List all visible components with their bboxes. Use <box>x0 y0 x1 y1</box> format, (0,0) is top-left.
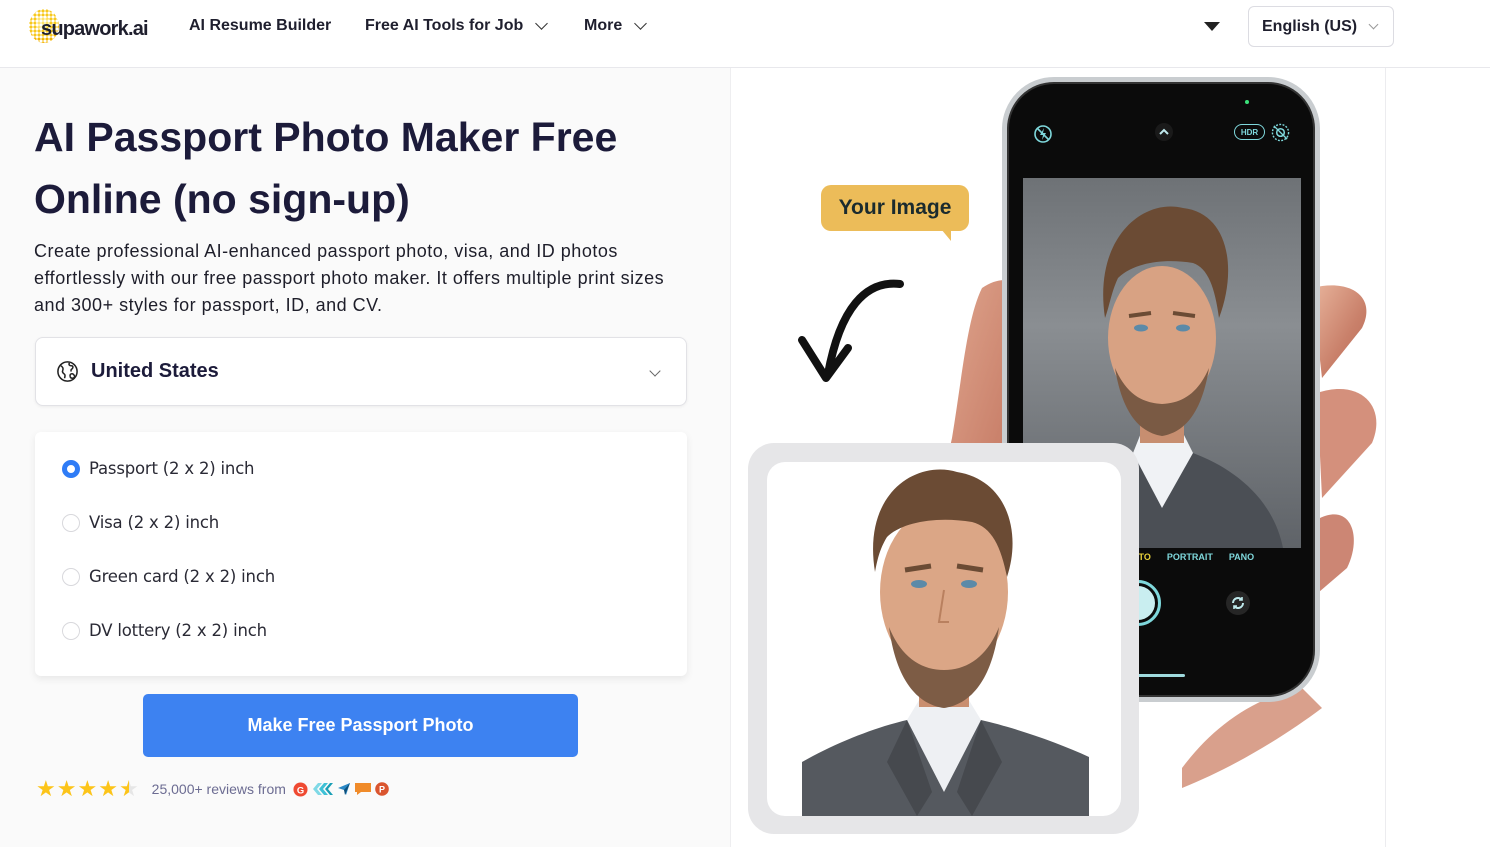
switch-camera-icon <box>1226 591 1250 615</box>
logo-text: supawork.ai <box>41 18 149 40</box>
camera-indicator-icon <box>1245 100 1249 104</box>
option-label: Passport (2 x 2) inch <box>89 459 255 478</box>
radio-unselected[interactable] <box>62 621 80 640</box>
chevron-down-icon <box>535 17 549 30</box>
star-full-icon: ★ <box>36 776 56 801</box>
svg-text:P: P <box>379 785 385 795</box>
your-image-bubble: Your Image <box>821 185 969 241</box>
radio-unselected[interactable] <box>62 513 80 532</box>
product-hunt-icon: P <box>375 782 389 796</box>
photo-type-option-visa[interactable]: Visa (2 x 2) inch <box>62 513 219 532</box>
radio-selected[interactable] <box>62 459 80 478</box>
chevron-up-icon <box>1155 123 1173 141</box>
option-label: Green card (2 x 2) inch <box>89 567 275 586</box>
photo-type-option-green-card[interactable]: Green card (2 x 2) inch <box>62 567 275 586</box>
nav-more[interactable]: More <box>584 17 648 35</box>
globe-icon <box>57 361 78 382</box>
g2-icon: G <box>293 781 308 797</box>
chevron-down-icon <box>634 17 648 30</box>
star-full-icon: ★ <box>56 776 77 801</box>
page-description: Create professional AI-enhanced passport… <box>34 241 665 315</box>
star-full-icon: ★ <box>98 776 118 801</box>
top-navigation-bar: supawork.ai AI Resume Builder Free AI To… <box>0 0 1490 68</box>
radio-unselected[interactable] <box>62 567 80 586</box>
camera-mode-portrait: PORTRAIT <box>1166 552 1213 562</box>
photo-type-option-passport[interactable]: Passport (2 x 2) inch <box>62 459 255 478</box>
make-passport-photo-button[interactable]: Make Free Passport Photo <box>143 694 578 757</box>
camera-mode-pano: PANO <box>1228 552 1255 562</box>
getapp-icon <box>337 783 350 795</box>
chevron-down-icon <box>1368 19 1379 30</box>
camera-mode-selector: PHOTO PORTRAIT PANO <box>1119 552 1254 562</box>
star-full-icon: ★ <box>77 776 98 801</box>
page-title: AI Passport Photo Maker Free Online (no … <box>34 114 618 222</box>
chevron-down-icon <box>649 365 661 377</box>
nav-label: Free AI Tools for Job <box>365 17 524 34</box>
photo-type-option-dv-lottery[interactable]: DV lottery (2 x 2) inch <box>62 621 267 640</box>
live-photo-icon <box>1271 123 1290 142</box>
caret-down-icon[interactable] <box>1204 22 1220 31</box>
flash-off-icon <box>1034 125 1052 143</box>
divider <box>1385 68 1386 847</box>
capterra-icon <box>312 783 333 795</box>
option-label: Visa (2 x 2) inch <box>89 513 220 532</box>
supawork-logo[interactable]: supawork.ai <box>29 9 154 45</box>
photo-type-list: Passport (2 x 2) inch Visa (2 x 2) inch … <box>35 432 687 676</box>
country-select[interactable]: United States <box>35 337 687 406</box>
option-label: DV lottery (2 x 2) inch <box>89 621 267 640</box>
nav-label: AI Resume Builder <box>189 17 332 34</box>
nav-label: More <box>584 17 623 34</box>
star-half-icon: ★ <box>118 776 139 801</box>
hdr-badge: HDR <box>1234 124 1265 140</box>
hero-illustration: HDR PHOTO PORTRAIT PANO <box>732 68 1385 847</box>
man-passport-photo-image <box>802 469 1089 816</box>
reviews-text: 25,000+ reviews from <box>151 781 286 797</box>
language-selector[interactable]: English (US) <box>1248 6 1394 47</box>
svg-text:G: G <box>297 785 304 795</box>
result-photo-frame <box>748 443 1139 834</box>
language-label: English (US) <box>1262 17 1358 35</box>
nav-ai-resume-builder[interactable]: AI Resume Builder <box>189 17 331 35</box>
software-advice-icon <box>354 783 371 795</box>
result-photo <box>767 462 1121 816</box>
nav-free-ai-tools[interactable]: Free AI Tools for Job <box>365 17 549 35</box>
curved-arrow-icon <box>798 279 904 382</box>
review-summary: ★ ★ ★ ★ ★ 25,000+ reviews from G P <box>36 778 389 800</box>
country-value: United States <box>91 360 219 382</box>
